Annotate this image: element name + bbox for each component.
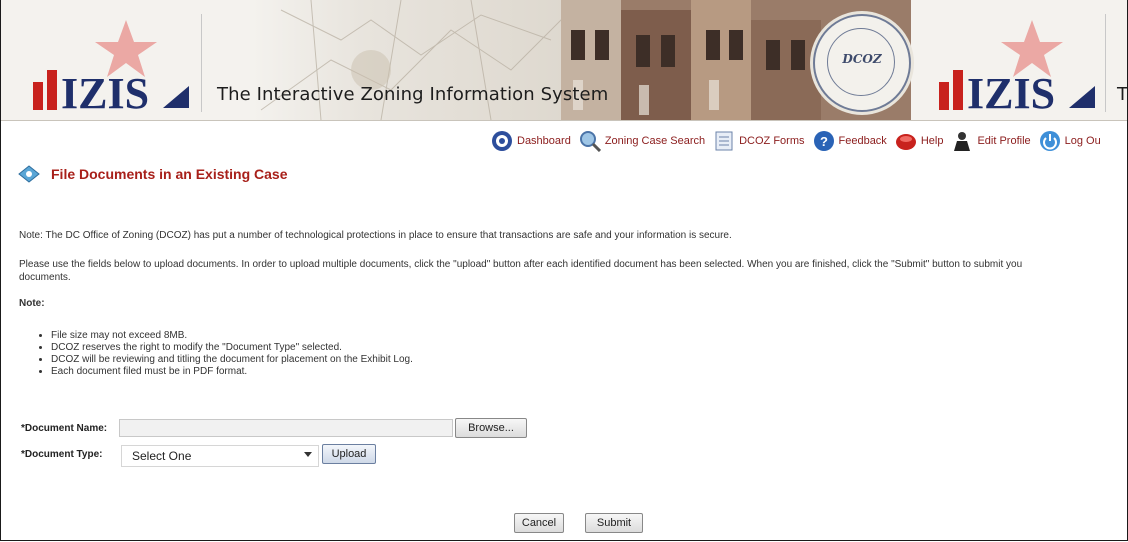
nav-zoning-case-search-label: Zoning Case Search [604,135,706,147]
nav-log-out[interactable]: Log Ou [1039,130,1101,152]
page-title: File Documents in an Existing Case [51,166,288,182]
forms-icon [715,131,733,151]
cancel-button[interactable]: Cancel [514,513,564,533]
document-name-input[interactable] [119,419,453,437]
note-bullets: File size may not exceed 8MB. DCOZ reser… [37,330,413,378]
nav-log-out-label: Log Ou [1064,135,1101,147]
top-nav: Dashboard Zoning Case Search DCOZ Forms … [491,128,1109,154]
list-item: File size may not exceed 8MB. [51,330,413,341]
document-type-selected: Select One [132,449,192,463]
nav-feedback[interactable]: ? Feedback [813,130,887,152]
instructions-line1: Please use the fields below to upload do… [19,259,1023,270]
list-item: DCOZ reserves the right to modify the "D… [51,342,413,353]
document-name-label: *Document Name: [21,423,108,434]
nav-dcoz-forms[interactable]: DCOZ Forms [713,130,805,152]
document-icon [18,165,40,183]
nav-dashboard-label: Dashboard [517,135,571,147]
svg-text:?: ? [820,134,828,149]
dcoz-seal: DCOZ [813,14,911,112]
chevron-down-icon [304,452,312,457]
upload-button[interactable]: Upload [322,444,376,464]
seal-text: DCOZ [842,52,882,66]
feedback-icon: ? [813,131,834,151]
svg-text:IZIS: IZIS [967,69,1055,112]
banner-divider [201,14,202,112]
nav-feedback-label: Feedback [838,135,887,147]
page-title-row: File Documents in an Existing Case [17,162,288,186]
izis-logo: IZIS [33,20,189,112]
profile-icon [954,132,971,151]
nav-edit-profile[interactable]: Edit Profile [951,130,1031,152]
document-type-select[interactable]: Select One [121,445,319,467]
security-note: Note: The DC Office of Zoning (DCOZ) has… [19,230,732,241]
search-icon [579,131,601,152]
submit-button[interactable]: Submit [585,513,643,533]
nav-zoning-case-search[interactable]: Zoning Case Search [579,130,705,152]
svg-text:IZIS: IZIS [61,69,149,112]
list-item: Each document filed must be in PDF forma… [51,366,413,377]
nav-edit-profile-label: Edit Profile [977,135,1031,147]
power-icon [1039,131,1060,151]
nav-help[interactable]: Help [895,130,944,152]
banner-tagline-right: T [1117,84,1128,105]
page-frame: IZIS The Interactive Zoning Information … [0,0,1128,541]
banner-tagline: The Interactive Zoning Information Syste… [217,84,609,105]
header-banner: IZIS The Interactive Zoning Information … [1,0,1128,121]
document-type-label: *Document Type: [21,449,103,460]
help-icon [895,134,916,150]
nav-dcoz-forms-label: DCOZ Forms [739,135,805,147]
izis-logo-right: IZIS [939,20,1095,112]
dashboard-icon [492,131,512,151]
instructions-line2: documents. [19,272,71,283]
banner-divider-right [1105,14,1106,112]
nav-dashboard[interactable]: Dashboard [491,130,571,152]
browse-button[interactable]: Browse... [455,418,527,438]
nav-help-label: Help [920,135,944,147]
list-item: DCOZ will be reviewing and titling the d… [51,354,413,365]
note-label: Note: [19,298,45,309]
